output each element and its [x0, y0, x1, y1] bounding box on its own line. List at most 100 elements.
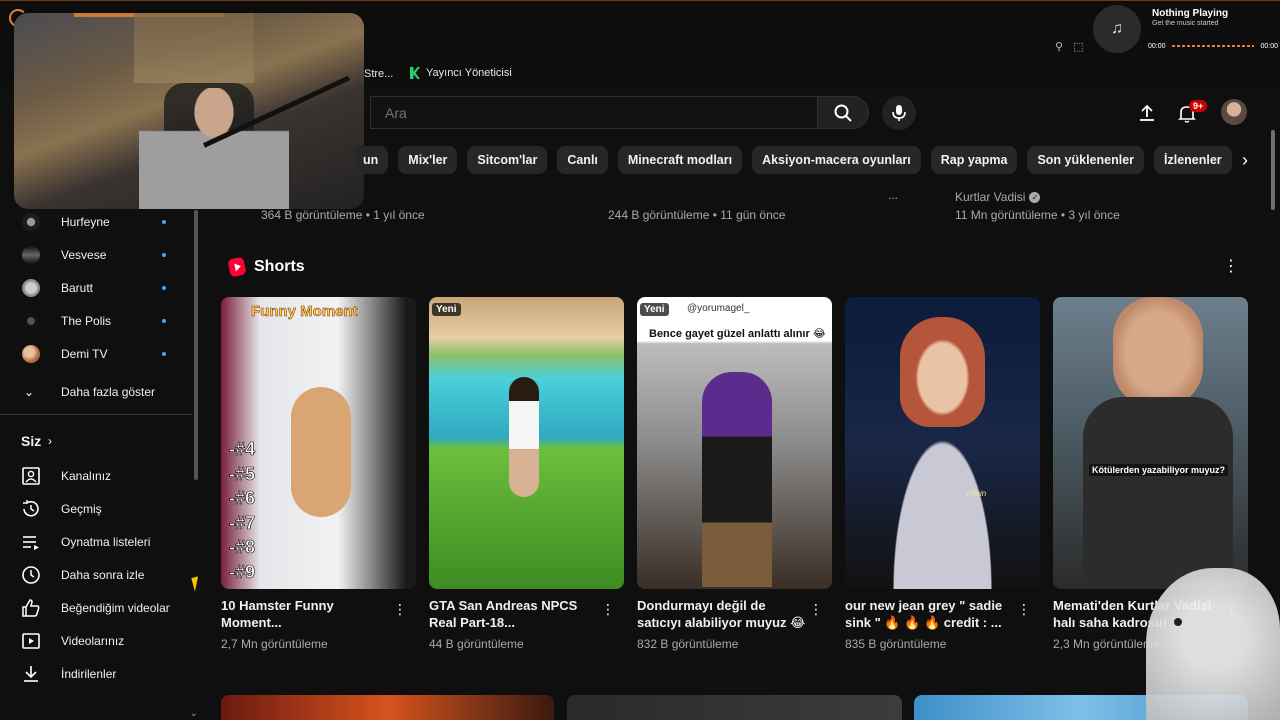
new-badge: Yeni — [640, 303, 669, 316]
subscription-name: The Polis — [61, 313, 112, 328]
kick-logo-icon — [410, 67, 420, 79]
short-thumbnail[interactable]: Yeni — [429, 297, 624, 589]
sidebar-item-your-channel[interactable]: Kanalınız — [0, 459, 196, 492]
filter-chip[interactable]: Minecraft modları — [617, 146, 743, 174]
video-thumbnail[interactable] — [221, 695, 554, 720]
show-more-button[interactable]: ⌄ Daha fazla göster — [0, 375, 196, 408]
crop-icon[interactable]: ⬚ — [1073, 40, 1083, 53]
short-card[interactable]: Yeni @yorumagel_ Bence gayet güzel anlat… — [637, 297, 832, 651]
thumb-subtitle: Kötülerden yazabiliyor muyuz? — [1089, 464, 1229, 476]
filter-chip[interactable]: Canlı — [557, 146, 608, 174]
music-progress[interactable]: 00:00 00:00 — [1148, 41, 1278, 51]
sidebar-subscription[interactable]: Barutt — [0, 271, 196, 304]
filter-chip[interactable]: Sitcom'lar — [467, 146, 548, 174]
channel-avatar — [22, 278, 40, 297]
channel-avatar — [22, 344, 40, 363]
hamster-figure — [291, 387, 351, 517]
more-vert-icon[interactable]: ⋮ — [393, 601, 407, 618]
short-thumbnail[interactable]: Villain — [845, 297, 1040, 589]
nav-label: Geçmiş — [61, 501, 102, 516]
short-title[interactable]: GTA San Andreas NPCS Real Part-18... — [429, 597, 599, 631]
chevron-right-icon[interactable]: › — [1234, 146, 1256, 174]
person-figure — [900, 317, 985, 427]
search-input[interactable] — [371, 97, 817, 128]
more-vert-icon[interactable]: ⋮ — [1222, 256, 1240, 276]
sidebar-item-your-videos[interactable]: Videolarınız — [0, 624, 196, 657]
history-icon — [23, 499, 39, 517]
music-note-icon[interactable]: ♫ — [1093, 5, 1141, 53]
video-thumbnail[interactable] — [567, 695, 902, 720]
more-vert-icon[interactable]: ⋮ — [601, 601, 615, 618]
sidebar-item-playlists[interactable]: Oynatma listeleri — [0, 525, 196, 558]
short-views: 2,3 Mn görüntüleme — [1053, 637, 1160, 651]
voice-search-button[interactable] — [882, 96, 916, 130]
sidebar-scrollbar[interactable] — [194, 210, 198, 480]
filter-chip[interactable]: Rap yapma — [930, 146, 1018, 174]
chevron-down-icon[interactable]: ⌄ — [190, 708, 198, 719]
short-card[interactable]: Villain our new jean grey " sadie sink "… — [845, 297, 1040, 651]
notification-badge: 9+ — [1189, 100, 1208, 112]
channel-avatar — [22, 212, 40, 231]
short-thumbnail[interactable]: Yeni @yorumagel_ Bence gayet güzel anlat… — [637, 297, 832, 589]
bookmark-stream[interactable]: Stre... — [364, 68, 393, 80]
sidebar-divider — [0, 414, 192, 415]
short-thumbnail[interactable]: Funny Moment -#4 -#5 -#6 -#7 -#8 -#9 — [221, 297, 416, 589]
truncated-text: ... — [888, 188, 899, 202]
search-button[interactable] — [817, 96, 869, 129]
play-square-icon — [22, 632, 40, 649]
filter-chip[interactable]: un — [355, 146, 389, 174]
you-section-heading[interactable]: Siz — [21, 433, 41, 449]
clock-icon — [22, 565, 40, 584]
short-thumbnail[interactable]: Kötülerden yazabiliyor muyuz? — [1053, 297, 1248, 589]
bookmark-label: Yayıncı Yöneticisi — [426, 67, 512, 79]
channel-label: Kurtlar Vadisi — [955, 190, 1026, 204]
thumb-username: @yorumagel_ — [687, 303, 750, 314]
short-card[interactable]: Yeni GTA San Andreas NPCS Real Part-18..… — [429, 297, 624, 651]
short-title[interactable]: our new jean grey " sadie sink " 🔥 🔥 🔥 c… — [845, 597, 1015, 631]
more-vert-icon[interactable]: ⋮ — [809, 601, 823, 618]
sidebar-item-downloads[interactable]: İndirilenler — [0, 657, 196, 690]
filter-chip[interactable]: İzlenenler — [1154, 146, 1232, 174]
nav-label: Daha sonra izle — [61, 567, 145, 582]
short-card[interactable]: Kötülerden yazabiliyor muyuz? Memati'den… — [1053, 297, 1248, 651]
sidebar-subscription[interactable]: Hurfeyne — [0, 205, 196, 238]
sidebar-subscription[interactable]: Vesvese — [0, 238, 196, 271]
chevron-right-icon[interactable]: › — [48, 434, 52, 448]
page-scrollbar[interactable] — [1271, 130, 1275, 210]
video-meta: 244 B görüntüleme • 11 gün önce — [608, 208, 786, 222]
thumb-overlay-text: Villain — [965, 489, 987, 498]
sidebar-subscription[interactable]: The Polis — [0, 304, 196, 337]
thumb-overlay-text: Funny Moment — [251, 303, 358, 321]
short-title[interactable]: Dondurmayı değil de satıcıyı alabiliyor … — [637, 597, 807, 631]
sidebar-item-liked-videos[interactable]: Beğendiğim videolar — [0, 591, 196, 624]
music-widget: ♫ Nothing Playing Get the music started … — [1090, 0, 1280, 60]
short-views: 835 B görüntüleme — [845, 637, 947, 651]
sidebar-subscription[interactable]: Demi TV — [0, 337, 196, 370]
filter-chip[interactable]: Aksiyon-macera oyunları — [752, 146, 921, 174]
thumb-caption: Bence gayet güzel anlattı alınır 😂 — [649, 328, 826, 340]
more-vert-icon[interactable]: ⋮ — [1017, 601, 1031, 618]
music-track[interactable] — [1171, 45, 1255, 47]
person-figure — [1113, 297, 1203, 407]
nav-label: İndirilenler — [61, 666, 117, 681]
video-meta: 364 B görüntüleme • 1 yıl önce — [261, 208, 425, 222]
bookmark-streamer-manager[interactable]: Yayıncı Yöneticisi — [410, 67, 512, 79]
filter-chips: un Mix'ler Sitcom'lar Canlı Minecraft modlar… — [355, 146, 1235, 174]
channel-name[interactable]: Kurtlar Vadisi ✓ — [955, 190, 1041, 204]
new-content-dot — [162, 285, 166, 290]
subscription-name: Hurfeyne — [61, 214, 110, 229]
short-title[interactable]: 10 Hamster Funny Moment... — [221, 597, 391, 631]
new-badge: Yeni — [432, 303, 461, 316]
search-box — [370, 96, 817, 129]
account-avatar[interactable] — [1221, 99, 1247, 125]
sidebar-item-watch-later[interactable]: Daha sonra izle — [0, 558, 196, 591]
webcam-overlay — [14, 13, 364, 209]
pin-icon[interactable]: ⚲ — [1055, 40, 1063, 53]
filter-chip[interactable]: Son yüklenenler — [1027, 146, 1145, 174]
filter-chip[interactable]: Mix'ler — [398, 146, 458, 174]
shorts-logo-icon — [227, 256, 247, 278]
upload-button[interactable] — [1134, 100, 1160, 126]
webcam-background — [134, 13, 254, 83]
sidebar-item-history[interactable]: Geçmiş — [0, 492, 196, 525]
short-card[interactable]: Funny Moment -#4 -#5 -#6 -#7 -#8 -#9 10 … — [221, 297, 416, 651]
